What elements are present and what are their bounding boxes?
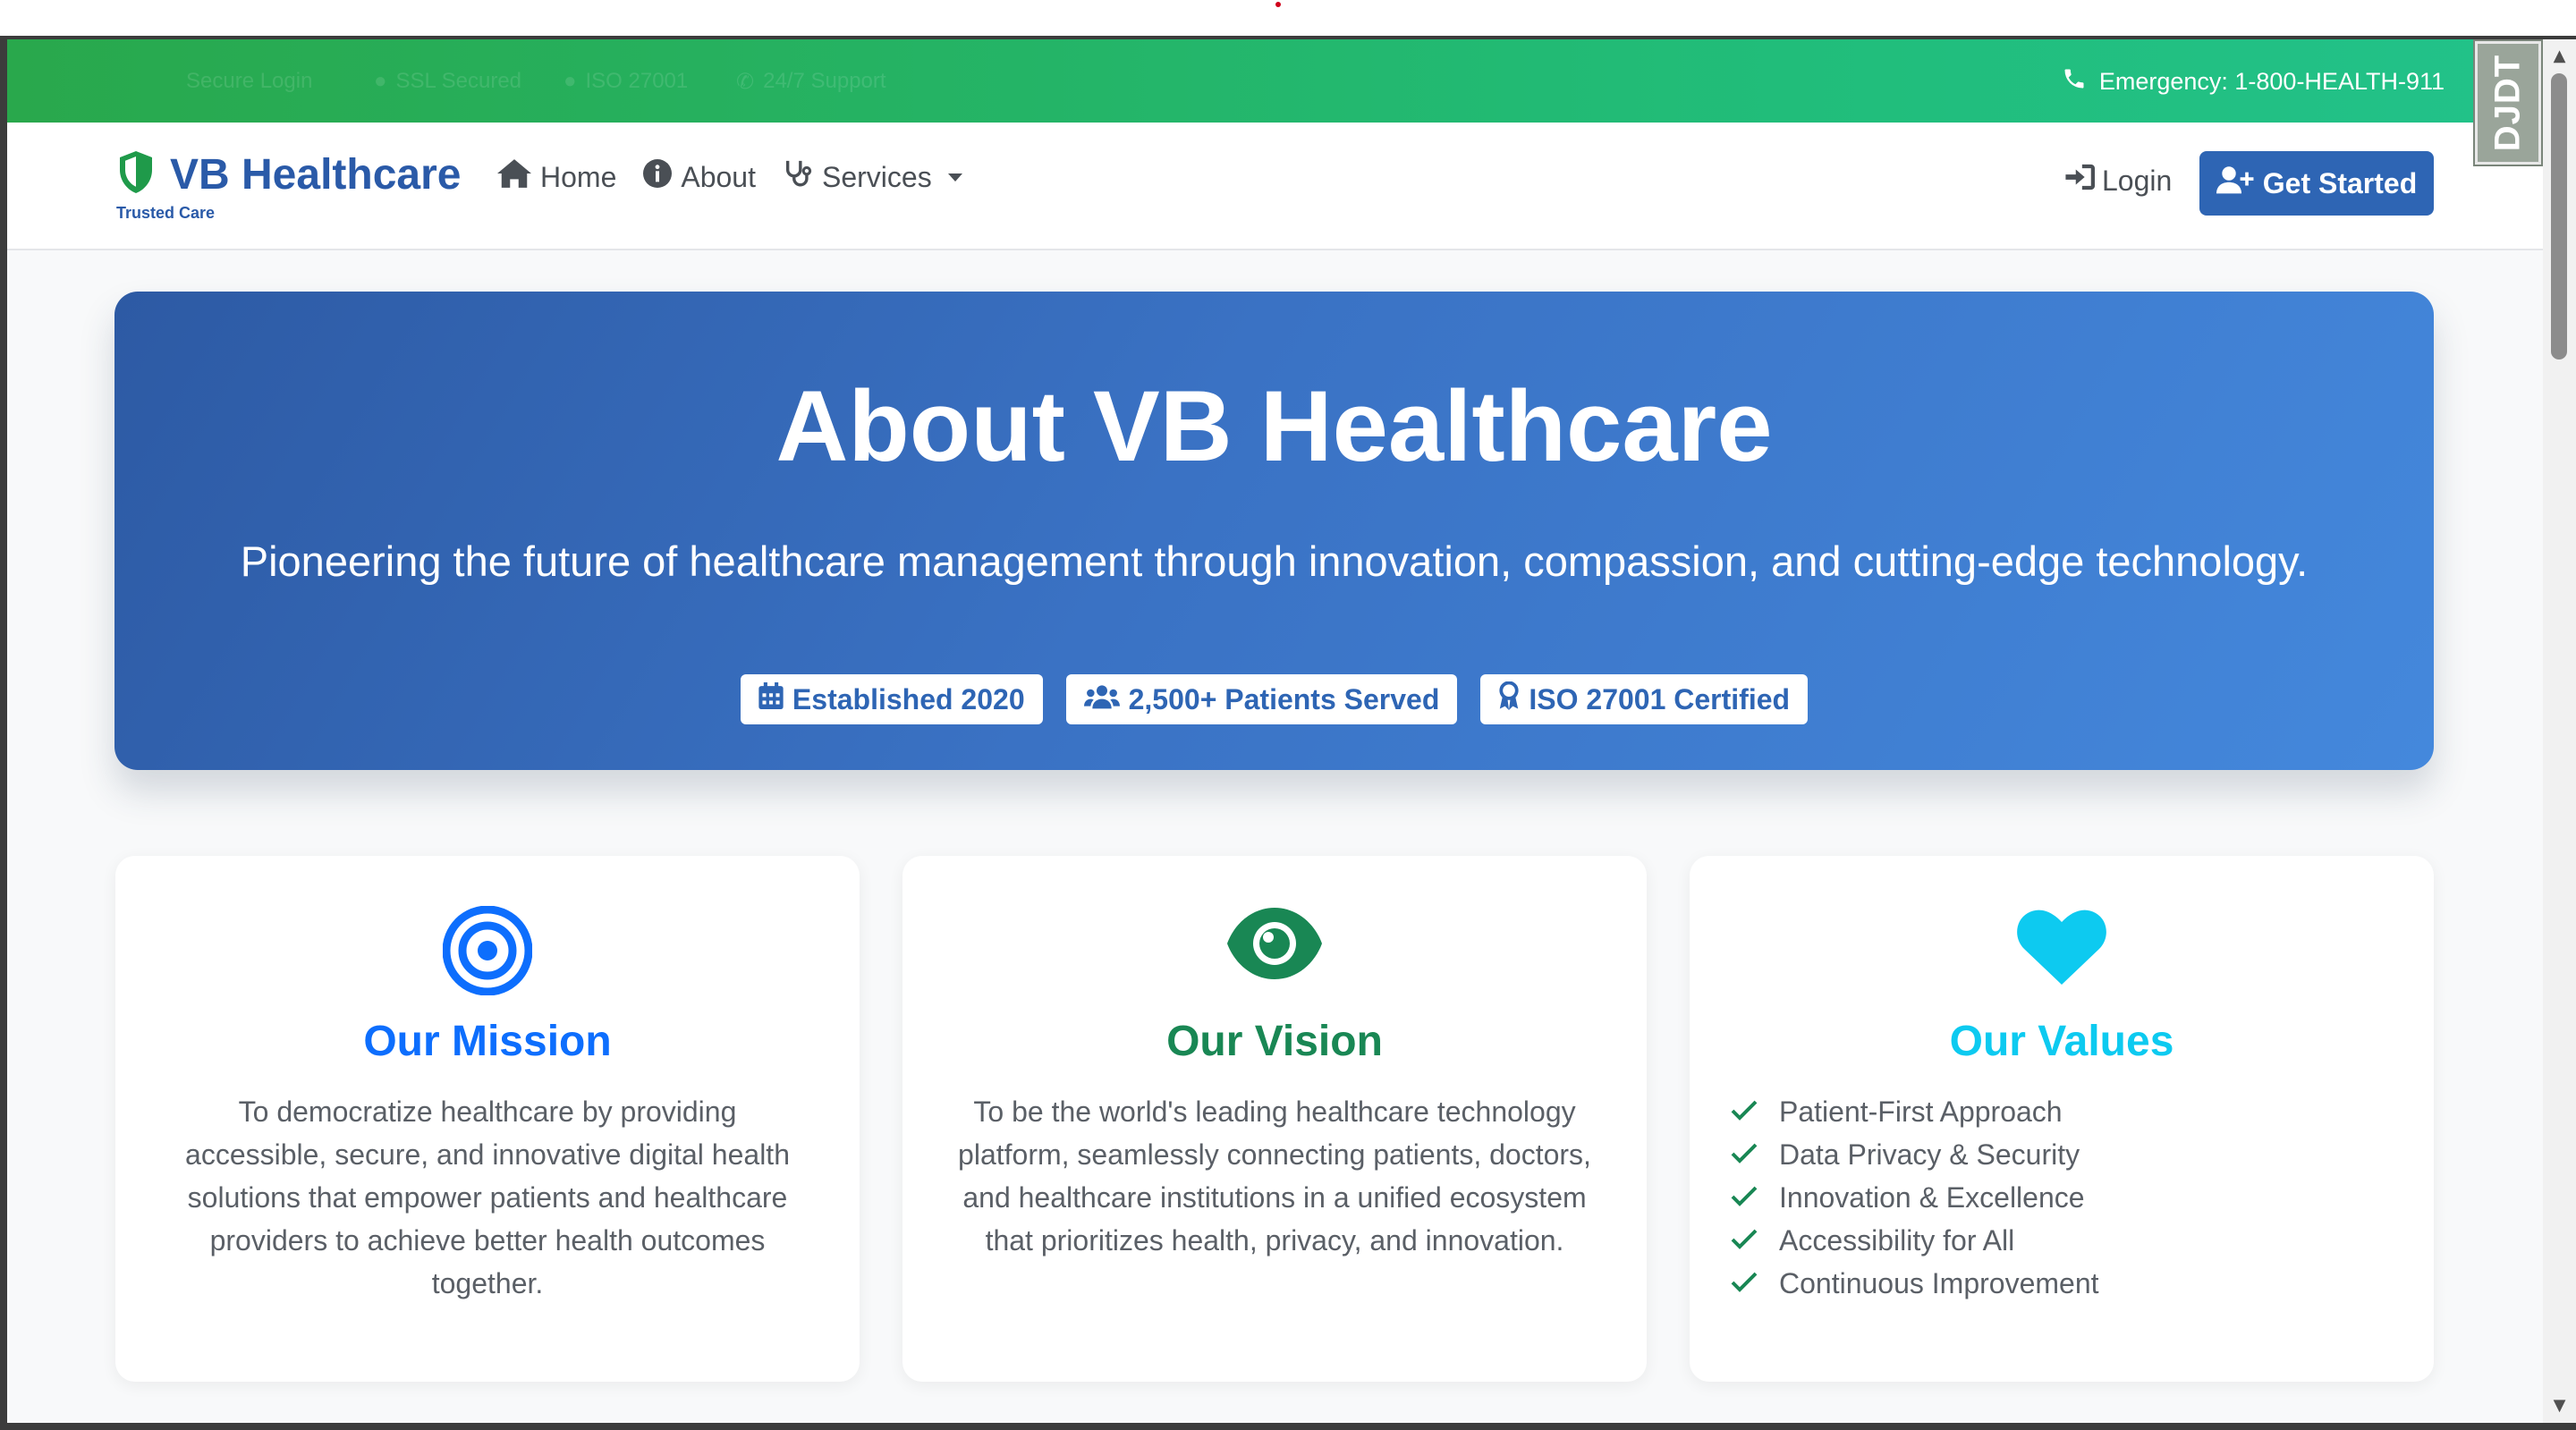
- brand-logo[interactable]: VB Healthcare Trusted Care: [114, 149, 461, 223]
- list-item: Accessibility for All: [1731, 1219, 2099, 1262]
- get-started-label: Get Started: [2262, 166, 2418, 199]
- get-started-button[interactable]: Get Started: [2199, 151, 2434, 216]
- topbar-faded-item: Secure Login: [186, 69, 313, 93]
- vision-text: To be the world's leading healthcare tec…: [958, 1096, 1591, 1257]
- window-frame-bottom: [0, 1423, 2576, 1430]
- topbar-faded-item: ✆ 24/7 Support: [736, 69, 886, 94]
- nav-home-label: Home: [540, 160, 617, 193]
- mission-text: To democratize healthcare by providing a…: [185, 1096, 790, 1299]
- mission-card: Our Mission To democratize healthcare by…: [115, 856, 860, 1382]
- chevron-down-icon: [947, 173, 962, 182]
- heart-icon: [2017, 906, 2106, 991]
- vision-title: Our Vision: [1166, 1018, 1383, 1065]
- value-label: Accessibility for All: [1779, 1224, 2015, 1257]
- scroll-down-arrow-icon[interactable]: ▼: [2543, 1392, 2576, 1419]
- value-label: Patient-First Approach: [1779, 1096, 2063, 1128]
- brand-name: VB Healthcare: [170, 151, 462, 199]
- eye-icon: [1225, 906, 1324, 986]
- scroll-thumb[interactable]: [2551, 73, 2567, 360]
- values-card: Our Values Patient-First Approach Data P…: [1690, 856, 2434, 1382]
- nav-about[interactable]: About: [643, 159, 756, 195]
- debug-toolbar-handle[interactable]: DJDT: [2473, 39, 2543, 166]
- card-icon-wrap: [1690, 906, 2434, 991]
- value-label: Data Privacy & Security: [1779, 1138, 2080, 1171]
- hero-badges: Established 2020 2,500+ Patients Served …: [114, 674, 2434, 724]
- card-icon-wrap: [115, 905, 860, 1000]
- window-frame-left: [0, 36, 7, 1430]
- page-viewport: Secure Login ● SSL Secured ● ISO 27001 ✆ 24…: [7, 39, 2543, 1423]
- emergency-text: Emergency: 1-800-HEALTH-911: [2098, 67, 2445, 95]
- home-icon: [497, 159, 531, 195]
- page-title: About VB Healthcare: [775, 370, 1773, 482]
- emergency-contact[interactable]: Emergency: 1-800-HEALTH-911: [2062, 64, 2445, 98]
- value-label: Continuous Improvement: [1779, 1267, 2099, 1299]
- list-item: Patient-First Approach: [1731, 1090, 2099, 1133]
- brand-tagline: Trusted Care: [116, 204, 216, 222]
- mission-title: Our Mission: [363, 1018, 612, 1065]
- card-icon-wrap: [902, 906, 1647, 986]
- shield-check-icon: [114, 149, 157, 200]
- vision-card: Our Vision To be the world's leading hea…: [902, 856, 1647, 1382]
- topbar-faded-item: ● SSL Secured: [374, 69, 522, 93]
- top-info-bar: Secure Login ● SSL Secured ● ISO 27001 ✆ 24…: [7, 39, 2543, 123]
- calendar-icon: [758, 682, 784, 716]
- login-link[interactable]: Login: [2064, 164, 2172, 198]
- badge-iso-label: ISO 27001 Certified: [1529, 682, 1791, 715]
- nav-services-dropdown[interactable]: Services: [783, 158, 962, 196]
- list-item: Innovation & Excellence: [1731, 1176, 2099, 1219]
- stethoscope-icon: [783, 158, 813, 196]
- check-icon: [1731, 1176, 1758, 1219]
- info-circle-icon: [643, 159, 673, 195]
- check-icon: [1731, 1262, 1758, 1305]
- main-navbar: VB Healthcare Trusted Care Home About Se…: [7, 123, 2543, 250]
- check-icon: [1731, 1090, 1758, 1133]
- browser-top-strip: [0, 0, 2576, 36]
- list-item: Data Privacy & Security: [1731, 1133, 2099, 1176]
- scroll-up-arrow-icon[interactable]: ▲: [2543, 43, 2576, 70]
- nav-links: Home About Services: [497, 158, 962, 196]
- sign-in-icon: [2064, 164, 2095, 198]
- certificate-icon: ●: [564, 69, 577, 93]
- loading-indicator: [1275, 2, 1281, 7]
- users-icon: [1083, 683, 1120, 716]
- award-icon: [1498, 681, 1520, 717]
- badge-established: Established 2020: [740, 674, 1043, 724]
- check-icon: [1731, 1133, 1758, 1176]
- badge-established-label: Established 2020: [792, 682, 1025, 715]
- hero-subtitle: Pioneering the future of healthcare mana…: [240, 537, 2309, 585]
- about-hero: About VB Healthcare Pioneering the futur…: [114, 292, 2434, 770]
- user-plus-icon: [2216, 165, 2254, 201]
- login-label: Login: [2102, 164, 2173, 197]
- page-scrollbar[interactable]: ▲ ▼: [2543, 39, 2576, 1423]
- phone-icon: [2062, 66, 2087, 97]
- nav-services-label: Services: [821, 160, 932, 193]
- topbar-faded-item: ● ISO 27001: [564, 69, 689, 93]
- badge-iso: ISO 27001 Certified: [1480, 674, 1809, 724]
- debug-toolbar-label: DJDT: [2487, 54, 2528, 152]
- phone-icon: ✆: [736, 69, 755, 94]
- list-item: Continuous Improvement: [1731, 1262, 2099, 1305]
- bullseye-icon: [442, 905, 533, 1000]
- badge-patients-label: 2,500+ Patients Served: [1128, 682, 1440, 715]
- values-title: Our Values: [1949, 1018, 2174, 1065]
- lock-icon: ●: [374, 69, 387, 93]
- badge-patients: 2,500+ Patients Served: [1065, 674, 1458, 724]
- nav-about-label: About: [681, 160, 756, 193]
- nav-home[interactable]: Home: [497, 159, 616, 195]
- value-label: Innovation & Excellence: [1779, 1181, 2085, 1214]
- values-list: Patient-First Approach Data Privacy & Se…: [1731, 1090, 2099, 1305]
- check-icon: [1731, 1219, 1758, 1262]
